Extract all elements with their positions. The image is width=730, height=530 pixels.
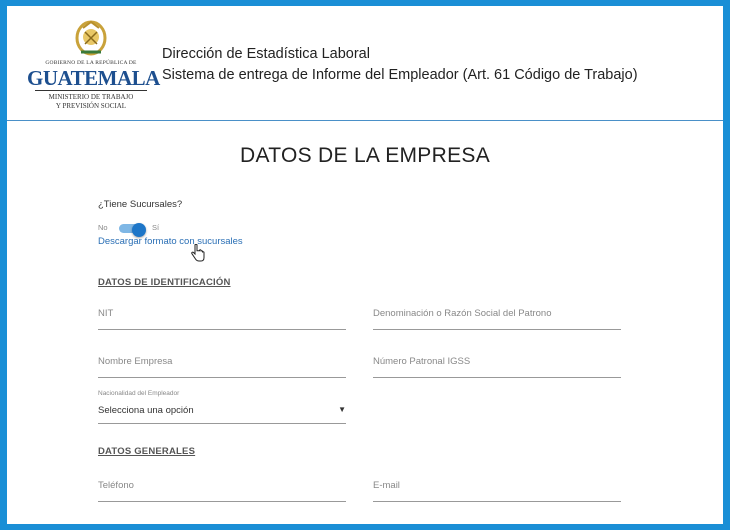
hand-pointer-icon (191, 244, 205, 262)
download-branches-format-link[interactable]: Descargar formato con sucursales (98, 236, 243, 247)
nit-placeholder: NIT (98, 308, 114, 319)
general-section-title: DATOS GENERALES (98, 446, 196, 457)
razon-social-field[interactable]: Denominación o Razón Social del Patrono (373, 304, 621, 330)
branches-toggle[interactable] (119, 223, 146, 237)
branches-question: ¿Tiene Sucursales? (98, 199, 183, 210)
telefono-placeholder: Teléfono (98, 480, 134, 491)
razon-social-placeholder: Denominación o Razón Social del Patrono (373, 308, 552, 319)
email-placeholder: E-mail (373, 480, 400, 491)
nombre-empresa-field[interactable]: Nombre Empresa (98, 352, 346, 378)
header-titles: Dirección de Estadística Laboral Sistema… (162, 44, 638, 86)
telefono-field[interactable]: Teléfono (98, 476, 346, 502)
ministry-name-line2: Y PREVISIÓN SOCIAL (55, 102, 127, 110)
toggle-off-label: No (98, 223, 108, 232)
coat-of-arms-icon (75, 20, 107, 56)
numero-patronal-placeholder: Número Patronal IGSS (373, 356, 471, 367)
logo-divider (35, 90, 147, 91)
ministry-logo: GOBIERNO DE LA REPÚBLICA DE GUATEMALA MI… (27, 16, 160, 112)
header: GOBIERNO DE LA REPÚBLICA DE GUATEMALA MI… (7, 6, 723, 121)
toggle-on-label: Sí (152, 223, 160, 232)
ministry-name-line1: MINISTERIO DE TRABAJO (48, 93, 134, 101)
email-field[interactable]: E-mail (373, 476, 621, 502)
header-title-line1: Dirección de Estadística Laboral (162, 46, 370, 62)
page-title: DATOS DE LA EMPRESA (240, 144, 490, 167)
toggle-knob[interactable] (132, 223, 146, 237)
dropdown-arrow-icon: ▼ (338, 405, 346, 414)
nacionalidad-label: Nacionalidad del Empleador (98, 390, 180, 397)
app-window: GOBIERNO DE LA REPÚBLICA DE GUATEMALA MI… (7, 6, 723, 524)
nacionalidad-select[interactable]: Selecciona una opción ▼ (98, 402, 346, 424)
identification-section-title: DATOS DE IDENTIFICACIÓN (98, 277, 231, 288)
country-name: GUATEMALA (27, 66, 160, 90)
nombre-empresa-placeholder: Nombre Empresa (98, 356, 173, 367)
header-title-line2: Sistema de entrega de Informe del Emplea… (162, 67, 638, 83)
numero-patronal-field[interactable]: Número Patronal IGSS (373, 352, 621, 378)
nit-field[interactable]: NIT (98, 304, 346, 330)
nacionalidad-selected-value: Selecciona una opción (98, 405, 194, 416)
